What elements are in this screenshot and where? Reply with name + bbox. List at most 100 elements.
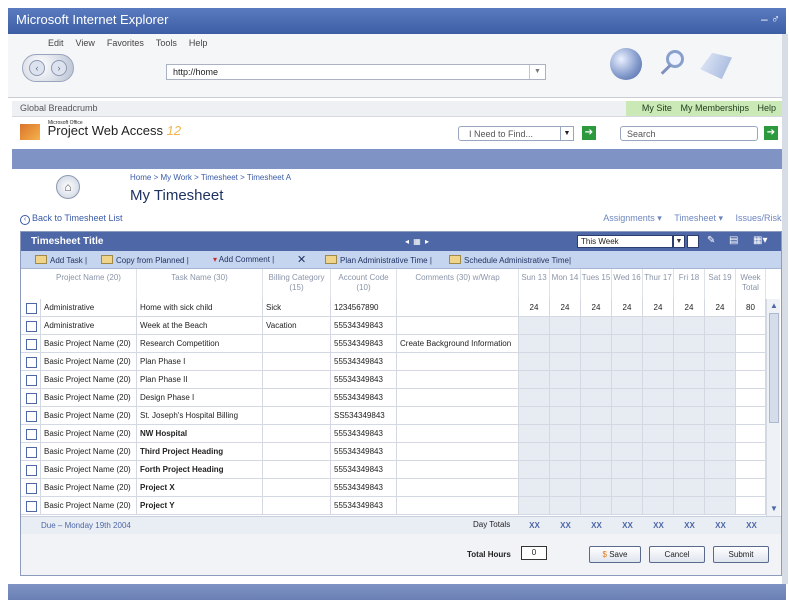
cell-account[interactable]: 55534349843 xyxy=(331,317,397,335)
day-cell[interactable] xyxy=(550,425,581,443)
cell-comment[interactable] xyxy=(397,425,519,443)
chevron-down-icon[interactable]: ▼ xyxy=(560,126,574,141)
row-checkbox[interactable] xyxy=(26,339,37,350)
cell-account[interactable]: 55534349843 xyxy=(331,443,397,461)
day-cell[interactable]: 24 xyxy=(705,299,736,317)
day-cell[interactable]: 24 xyxy=(519,299,550,317)
cell-billing[interactable] xyxy=(263,371,331,389)
day-cell[interactable] xyxy=(612,389,643,407)
day-cell[interactable] xyxy=(705,371,736,389)
day-cell[interactable] xyxy=(550,497,581,515)
day-cell[interactable] xyxy=(581,407,612,425)
menu-view[interactable]: View xyxy=(76,38,95,48)
search-icon[interactable] xyxy=(656,48,688,80)
cell-account[interactable]: 55534349843 xyxy=(331,371,397,389)
day-cell[interactable] xyxy=(519,443,550,461)
cell-account[interactable]: 55534349843 xyxy=(331,389,397,407)
back-to-list-link[interactable]: ‹ Back to Timesheet List xyxy=(20,213,123,225)
cell-billing[interactable] xyxy=(263,443,331,461)
day-cell[interactable] xyxy=(581,353,612,371)
add-task-button[interactable]: Add Task | xyxy=(35,255,87,265)
cell-comment[interactable] xyxy=(397,497,519,515)
week-select[interactable]: This Week xyxy=(577,235,673,248)
cell-comment[interactable] xyxy=(397,443,519,461)
search-input[interactable]: Search xyxy=(620,126,758,141)
submit-button[interactable]: Submit xyxy=(713,546,769,563)
day-cell[interactable] xyxy=(519,353,550,371)
row-checkbox[interactable] xyxy=(26,483,37,494)
row-checkbox[interactable] xyxy=(26,393,37,404)
plan-admin-time-button[interactable]: Plan Administrative Time | xyxy=(325,255,432,265)
cell-account[interactable]: SS534349843 xyxy=(331,407,397,425)
day-cell[interactable] xyxy=(581,389,612,407)
day-cell[interactable] xyxy=(643,479,674,497)
row-checkbox[interactable] xyxy=(26,321,37,332)
forward-arrow-icon[interactable]: › xyxy=(51,60,67,76)
scroll-thumb[interactable] xyxy=(769,313,779,423)
timesheet-link[interactable]: Timesheet ▾ xyxy=(674,213,723,223)
week-nav-icon[interactable]: ◂ ▦ ▸ xyxy=(405,237,430,246)
day-cell[interactable] xyxy=(705,479,736,497)
cell-comment[interactable] xyxy=(397,479,519,497)
day-cell[interactable] xyxy=(581,497,612,515)
day-cell[interactable] xyxy=(643,353,674,371)
day-cell[interactable] xyxy=(705,389,736,407)
day-cell[interactable] xyxy=(519,389,550,407)
cell-billing[interactable] xyxy=(263,407,331,425)
row-checkbox[interactable] xyxy=(26,375,37,386)
day-cell[interactable] xyxy=(612,371,643,389)
day-cell[interactable] xyxy=(519,407,550,425)
issues-risks-link[interactable]: Issues/Risks xyxy=(735,213,786,223)
cell-account[interactable]: 55534349843 xyxy=(331,335,397,353)
day-cell[interactable] xyxy=(550,317,581,335)
day-cell[interactable] xyxy=(519,479,550,497)
day-cell[interactable]: 24 xyxy=(643,299,674,317)
row-checkbox[interactable] xyxy=(26,429,37,440)
day-cell[interactable] xyxy=(519,461,550,479)
chevron-down-icon[interactable]: ▼ xyxy=(529,65,545,79)
day-cell[interactable]: 24 xyxy=(550,299,581,317)
day-cell[interactable] xyxy=(674,335,705,353)
day-cell[interactable] xyxy=(643,317,674,335)
day-cell[interactable] xyxy=(519,371,550,389)
row-checkbox[interactable] xyxy=(26,303,37,314)
cell-comment[interactable] xyxy=(397,317,519,335)
day-cell[interactable] xyxy=(612,497,643,515)
day-cell[interactable] xyxy=(550,335,581,353)
day-cell[interactable] xyxy=(643,407,674,425)
day-cell[interactable] xyxy=(705,443,736,461)
cancel-button[interactable]: Cancel xyxy=(649,546,705,563)
day-cell[interactable] xyxy=(643,461,674,479)
day-cell[interactable] xyxy=(643,425,674,443)
cell-account[interactable]: 55534349843 xyxy=(331,353,397,371)
day-cell[interactable]: 24 xyxy=(581,299,612,317)
my-site-link[interactable]: My Site xyxy=(642,103,672,113)
day-cell[interactable] xyxy=(612,461,643,479)
day-cell[interactable] xyxy=(550,389,581,407)
save-button[interactable]: $ Save xyxy=(589,546,641,563)
menu-help[interactable]: Help xyxy=(189,38,208,48)
day-cell[interactable] xyxy=(550,407,581,425)
help-link[interactable]: Help xyxy=(757,103,776,113)
vertical-scrollbar[interactable]: ▲ ▼ xyxy=(766,299,780,516)
cell-comment[interactable] xyxy=(397,461,519,479)
day-cell[interactable] xyxy=(705,425,736,443)
address-bar[interactable]: http://home ▼ xyxy=(166,64,546,80)
day-cell[interactable] xyxy=(519,335,550,353)
cell-account[interactable]: 55534349843 xyxy=(331,479,397,497)
cell-billing[interactable] xyxy=(263,461,331,479)
cell-billing[interactable] xyxy=(263,353,331,371)
cell-billing[interactable] xyxy=(263,497,331,515)
day-cell[interactable] xyxy=(643,389,674,407)
day-cell[interactable] xyxy=(581,371,612,389)
day-cell[interactable] xyxy=(581,443,612,461)
day-cell[interactable]: 24 xyxy=(612,299,643,317)
cell-comment[interactable] xyxy=(397,407,519,425)
cell-comment[interactable] xyxy=(397,389,519,407)
cell-account[interactable]: 55534349843 xyxy=(331,425,397,443)
row-checkbox[interactable] xyxy=(26,465,37,476)
day-cell[interactable]: 24 xyxy=(674,299,705,317)
day-cell[interactable] xyxy=(612,425,643,443)
day-cell[interactable] xyxy=(612,407,643,425)
delete-icon[interactable]: ✕ xyxy=(297,253,306,266)
